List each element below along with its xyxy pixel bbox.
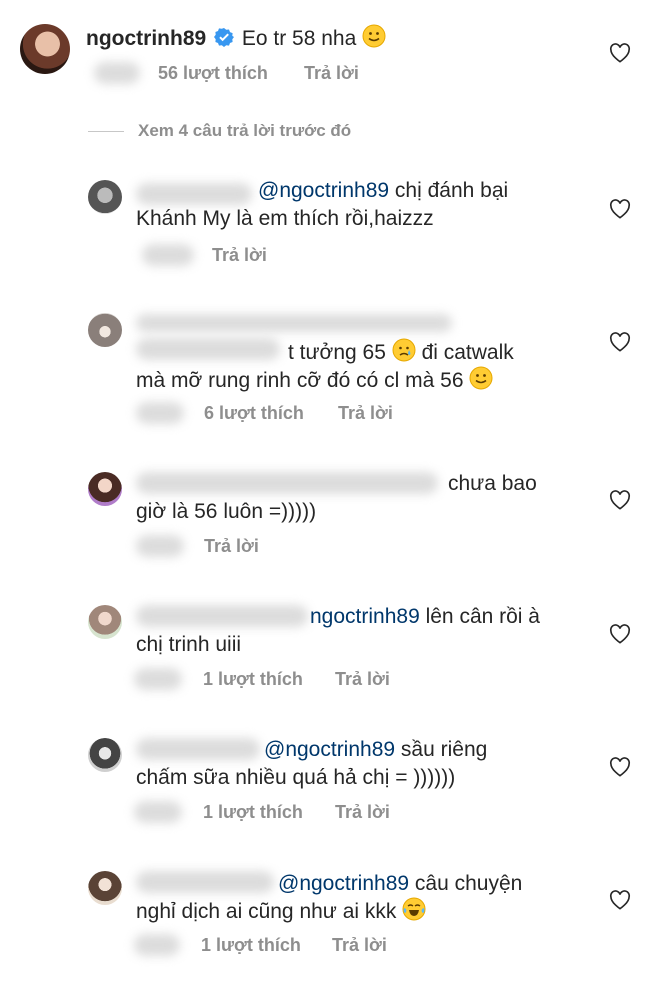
- blurred-timestamp: [134, 934, 180, 956]
- mention-link[interactable]: @ngoctrinh89: [258, 179, 389, 202]
- comment-text-line2: mà mỡ rung rinh cỡ đó có cl mà 56: [136, 366, 493, 398]
- avatar[interactable]: [88, 871, 122, 905]
- reply-button[interactable]: Trả lời: [304, 63, 359, 84]
- blurred-username: [136, 314, 452, 332]
- comment-text-line2: chấm sữa nhiều quá hả chị = )))))): [136, 766, 456, 789]
- comment-text-line2: nghỉ dịch ai cũng như ai kkk: [136, 897, 426, 929]
- reply-button[interactable]: Trả lời: [335, 669, 390, 690]
- reply-button[interactable]: Trả lời: [332, 935, 387, 956]
- mention-link[interactable]: @ngoctrinh89: [278, 872, 409, 895]
- reply-button[interactable]: Trả lời: [212, 245, 267, 266]
- avatar[interactable]: [88, 313, 122, 347]
- reply-button[interactable]: Trả lời: [335, 802, 390, 823]
- comment-text: @ngoctrinh89 chị đánh bại: [258, 179, 509, 202]
- heart-icon[interactable]: [609, 624, 631, 644]
- slightly-smiling-face-icon: [362, 24, 386, 56]
- heart-icon[interactable]: [609, 757, 631, 777]
- reply-button[interactable]: Trả lời: [204, 536, 259, 557]
- comment-text: @ngoctrinh89 sầu riêng: [264, 738, 488, 761]
- like-count[interactable]: 6 lượt thích: [204, 403, 304, 424]
- mention-link[interactable]: ngoctrinh89: [310, 605, 420, 628]
- like-count[interactable]: 56 lượt thích: [158, 63, 268, 84]
- comment-text: chưa bao: [448, 472, 537, 495]
- mention-link[interactable]: @ngoctrinh89: [264, 738, 395, 761]
- blurred-timestamp: [134, 801, 182, 823]
- comment-text: ngoctrinh89 lên cân rồi à: [310, 605, 540, 628]
- like-count[interactable]: 1 lượt thích: [201, 935, 301, 956]
- comment-text-line2: chị trinh uiii: [136, 633, 242, 656]
- blurred-timestamp: [134, 668, 182, 690]
- avatar[interactable]: [88, 738, 122, 772]
- heart-icon[interactable]: [609, 890, 631, 910]
- comment-body: Eo tr 58 nha: [241, 27, 357, 50]
- blurred-timestamp: [136, 535, 184, 557]
- comment-text: ngoctrinh89 Eo tr 58 nha: [86, 24, 386, 56]
- blurred-timestamp: [142, 244, 194, 266]
- slightly-smiling-face-icon: [469, 366, 493, 398]
- divider-line: [88, 131, 124, 132]
- heart-icon[interactable]: [609, 332, 631, 352]
- comment-text-line2: giờ là 56 luôn =))))): [136, 500, 317, 523]
- tears-of-joy-icon: [402, 897, 426, 929]
- view-previous-replies[interactable]: Xem 4 câu trả lời trước đó: [138, 121, 351, 141]
- comment-text: @ngoctrinh89 câu chuyện: [278, 872, 523, 895]
- avatar[interactable]: [88, 605, 122, 639]
- like-count[interactable]: 1 lượt thích: [203, 802, 303, 823]
- blurred-timestamp: [94, 62, 140, 84]
- reply-button[interactable]: Trả lời: [338, 403, 393, 424]
- avatar[interactable]: [88, 180, 122, 214]
- blurred-timestamp: [136, 402, 184, 424]
- heart-icon[interactable]: [609, 490, 631, 510]
- avatar[interactable]: [20, 24, 70, 74]
- heart-icon[interactable]: [609, 199, 631, 219]
- comment-text-line2: Khánh My là em thích rồi,haizzz: [136, 207, 434, 230]
- username[interactable]: ngoctrinh89: [86, 27, 206, 50]
- verified-badge-icon: [214, 26, 235, 55]
- like-count[interactable]: 1 lượt thích: [203, 669, 303, 690]
- heart-icon[interactable]: [609, 43, 631, 63]
- avatar[interactable]: [88, 472, 122, 506]
